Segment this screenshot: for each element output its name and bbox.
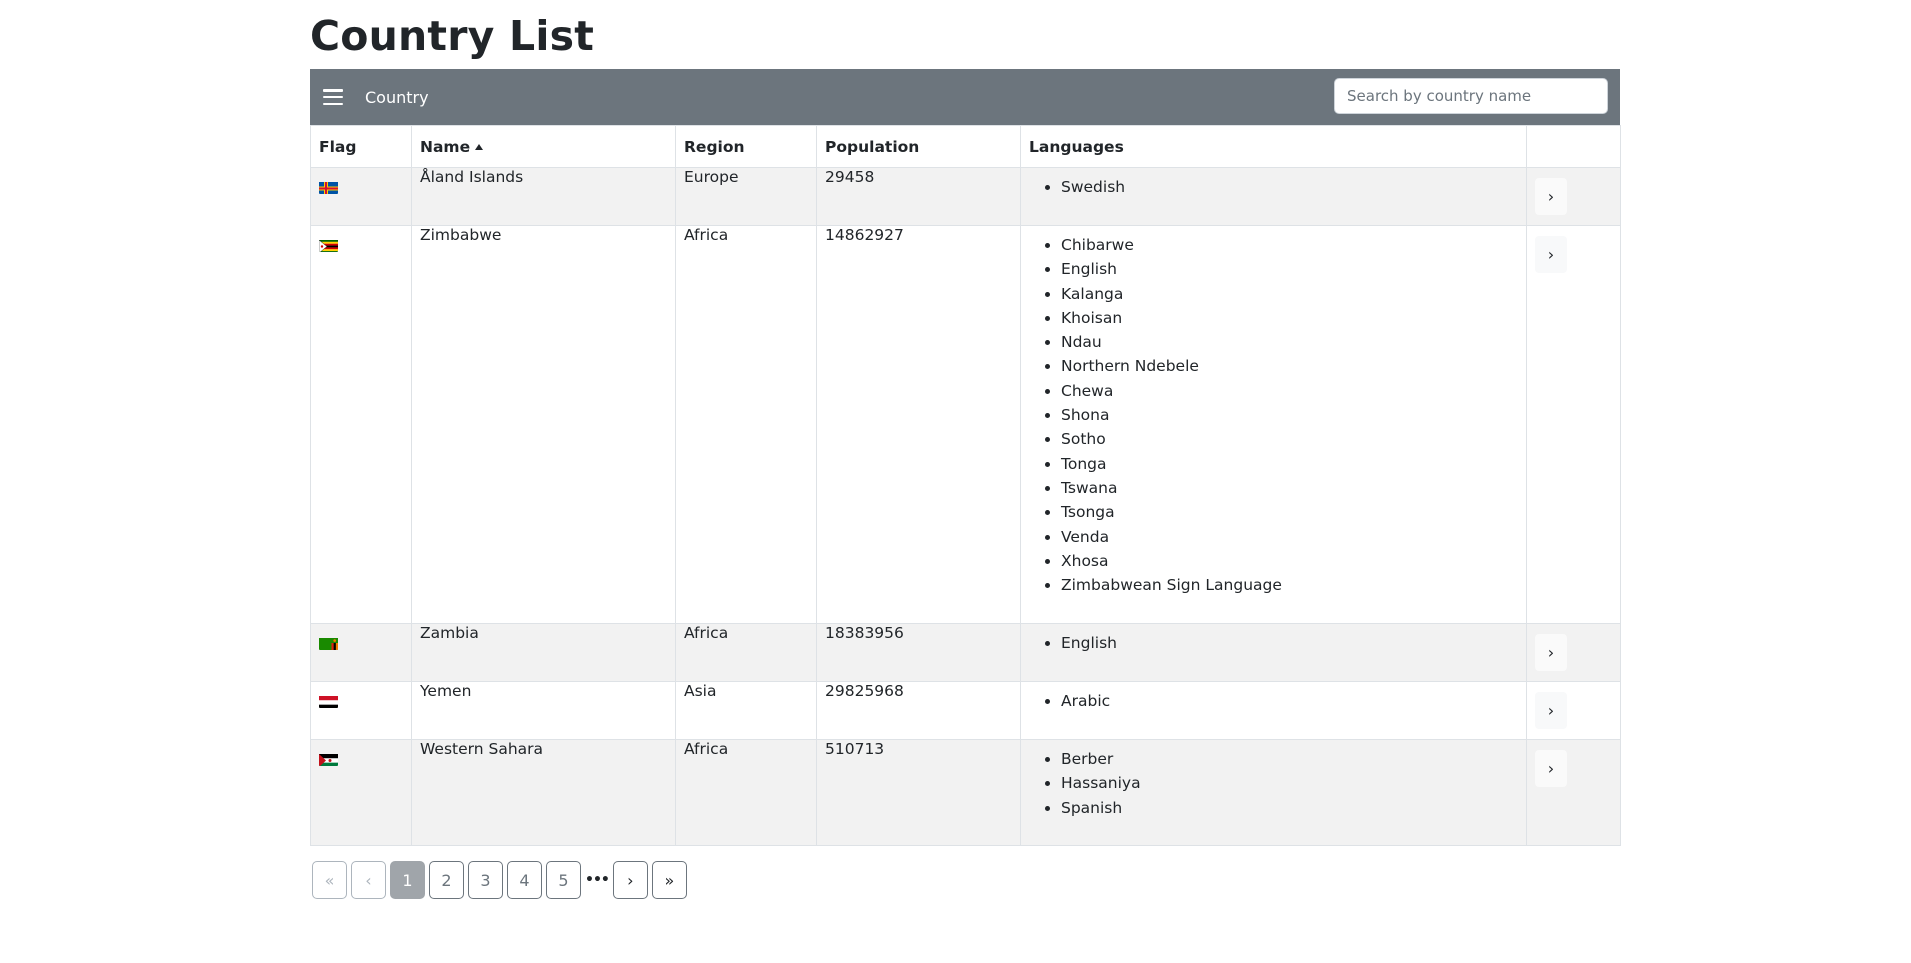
first-page-button[interactable]: «: [312, 861, 347, 899]
flag-cell: [310, 681, 412, 740]
languages-cell: Arabic: [1020, 681, 1527, 740]
language-item: Berber: [1061, 747, 1518, 771]
navbar-brand[interactable]: Country: [365, 88, 429, 107]
aland-islands-flag-icon: [319, 181, 338, 194]
page-button-2[interactable]: 2: [429, 861, 464, 899]
page-title: Country List: [310, 12, 595, 60]
sort-ascending-icon: [475, 143, 484, 150]
expand-row-button[interactable]: ›: [1535, 692, 1567, 729]
language-item: Tonga: [1061, 452, 1518, 476]
language-item: Swedish: [1061, 175, 1518, 199]
language-item: Spanish: [1061, 796, 1518, 820]
languages-cell: English: [1020, 623, 1527, 682]
languages-cell: Chibarwe English Kalanga Khoisan Ndau No…: [1020, 225, 1527, 624]
prev-page-button[interactable]: ‹: [351, 861, 386, 899]
languages-list: Swedish: [1029, 175, 1518, 199]
column-header-name[interactable]: Name: [411, 125, 676, 168]
language-item: Chewa: [1061, 379, 1518, 403]
region-cell: Europe: [675, 167, 817, 226]
region-cell: Africa: [675, 225, 817, 624]
yemen-flag-icon: [319, 695, 338, 708]
languages-list: Berber Hassaniya Spanish: [1029, 747, 1518, 820]
table-row: Western Sahara Africa 510713 Berber Hass…: [310, 739, 1621, 846]
expand-row-button[interactable]: ›: [1535, 750, 1567, 787]
language-item: English: [1061, 631, 1518, 655]
language-item: Ndau: [1061, 330, 1518, 354]
column-header-population[interactable]: Population: [816, 125, 1021, 168]
flag-cell: [310, 739, 412, 846]
page-button-1[interactable]: 1: [390, 861, 425, 899]
table-row: Zambia Africa 18383956 English ›: [310, 623, 1621, 682]
column-header-languages: Languages: [1020, 125, 1527, 168]
hamburger-menu-icon[interactable]: [323, 89, 343, 105]
language-item: Venda: [1061, 525, 1518, 549]
language-item: Tswana: [1061, 476, 1518, 500]
zimbabwe-flag-icon: [319, 239, 338, 252]
population-cell: 18383956: [816, 623, 1021, 682]
languages-list: English: [1029, 631, 1518, 655]
western-sahara-flag-icon: [319, 753, 338, 766]
flag-cell: [310, 167, 412, 226]
action-cell: ›: [1526, 225, 1621, 624]
page-button-3[interactable]: 3: [468, 861, 503, 899]
name-cell: Zambia: [411, 623, 676, 682]
region-cell: Asia: [675, 681, 817, 740]
languages-list: Arabic: [1029, 689, 1518, 713]
language-item: Arabic: [1061, 689, 1518, 713]
population-cell: 14862927: [816, 225, 1021, 624]
languages-list: Chibarwe English Kalanga Khoisan Ndau No…: [1029, 233, 1518, 597]
page-button-5[interactable]: 5: [546, 861, 581, 899]
last-page-button[interactable]: »: [651, 861, 687, 899]
name-cell: Yemen: [411, 681, 676, 740]
language-item: Northern Ndebele: [1061, 354, 1518, 378]
language-item: Hassaniya: [1061, 771, 1518, 795]
language-item: Chibarwe: [1061, 233, 1518, 257]
languages-cell: Berber Hassaniya Spanish: [1020, 739, 1527, 846]
languages-cell: Swedish: [1020, 167, 1527, 226]
country-table: Flag Name Region Population Languages Ål…: [310, 125, 1621, 846]
page-container: Country List Country Flag Name Region Po…: [310, 0, 1621, 899]
population-cell: 29458: [816, 167, 1021, 226]
language-item: English: [1061, 257, 1518, 281]
table-header-row: Flag Name Region Population Languages: [310, 125, 1621, 168]
action-cell: ›: [1526, 623, 1621, 682]
population-cell: 510713: [816, 739, 1021, 846]
name-cell: Zimbabwe: [411, 225, 676, 624]
flag-cell: [310, 623, 412, 682]
column-header-actions: [1526, 125, 1621, 168]
action-cell: ›: [1526, 681, 1621, 740]
name-cell: Åland Islands: [411, 167, 676, 226]
expand-row-button[interactable]: ›: [1535, 178, 1567, 215]
search-input[interactable]: [1334, 78, 1608, 114]
language-item: Shona: [1061, 403, 1518, 427]
action-cell: ›: [1526, 739, 1621, 846]
column-header-flag: Flag: [310, 125, 412, 168]
expand-row-button[interactable]: ›: [1535, 236, 1567, 273]
region-cell: Africa: [675, 623, 817, 682]
language-item: Khoisan: [1061, 306, 1518, 330]
population-cell: 29825968: [816, 681, 1021, 740]
language-item: Zimbabwean Sign Language: [1061, 573, 1518, 597]
flag-cell: [310, 225, 412, 624]
page-button-4[interactable]: 4: [507, 861, 542, 899]
expand-row-button[interactable]: ›: [1535, 634, 1567, 671]
pagination: « ‹ 1 2 3 4 5 ••• › »: [312, 861, 1620, 899]
language-item: Xhosa: [1061, 549, 1518, 573]
table-row: Zimbabwe Africa 14862927 Chibarwe Englis…: [310, 225, 1621, 624]
table-row: Åland Islands Europe 29458 Swedish ›: [310, 167, 1621, 226]
name-cell: Western Sahara: [411, 739, 676, 846]
navbar: Country: [310, 69, 1620, 125]
table-row: Yemen Asia 29825968 Arabic ›: [310, 681, 1621, 740]
language-item: Sotho: [1061, 427, 1518, 451]
next-page-button[interactable]: ›: [612, 861, 648, 899]
region-cell: Africa: [675, 739, 817, 846]
pagination-ellipsis: •••: [585, 872, 610, 888]
zambia-flag-icon: [319, 637, 338, 650]
language-item: Tsonga: [1061, 500, 1518, 524]
language-item: Kalanga: [1061, 282, 1518, 306]
column-header-region[interactable]: Region: [675, 125, 817, 168]
action-cell: ›: [1526, 167, 1621, 226]
